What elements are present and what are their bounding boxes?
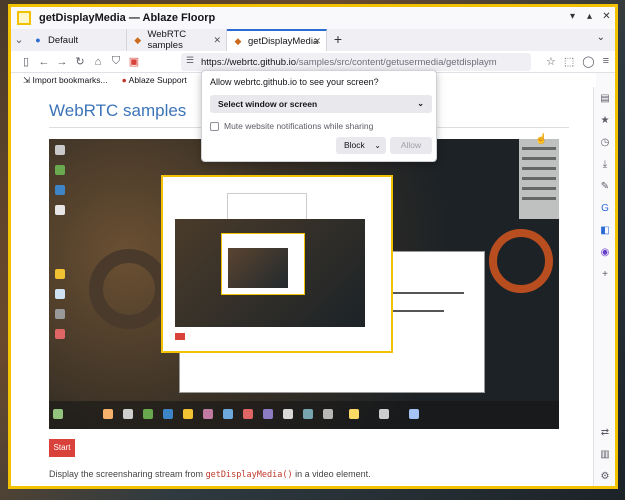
history-icon[interactable]: ◷	[599, 137, 611, 148]
close-window-icon[interactable]: ✕	[600, 11, 613, 24]
shared-start-button	[175, 333, 185, 340]
allow-button[interactable]: Allow	[390, 137, 432, 154]
notes-icon[interactable]: ✎	[599, 181, 611, 192]
desktop-icon	[55, 165, 65, 175]
tab-label: getDisplayMedia	[248, 35, 319, 47]
webrtc-icon: ◆	[134, 35, 142, 45]
tab-webrtc-samples[interactable]: ◆ WebRTC samples ✕	[127, 29, 227, 51]
close-tab-icon[interactable]: ✕	[213, 35, 221, 46]
desktop-icon	[55, 309, 65, 319]
window-title: getDisplayMedia — Ablaze Floorp	[39, 12, 216, 24]
tab-bar: ⌄ ● Default ◆ WebRTC samples ✕ ◆ getDisp…	[11, 29, 615, 51]
shared-taskbar	[49, 401, 559, 429]
window-or-screen-select[interactable]: Select window or screen ⌄	[210, 95, 432, 113]
description-code: getDisplayMedia()	[205, 470, 293, 480]
reload-icon[interactable]: ↻	[71, 55, 89, 68]
desktop-icon	[55, 145, 65, 155]
shared-side-panel	[519, 139, 559, 219]
app-icon	[17, 11, 31, 25]
extensions-icon[interactable]: ⬚	[564, 55, 574, 68]
settings-gear-icon[interactable]: ⚙	[599, 471, 611, 482]
home-icon[interactable]: ⌂	[89, 56, 107, 68]
close-tab-icon[interactable]: ✕	[313, 36, 321, 47]
maximize-icon[interactable]: ▴	[583, 11, 596, 24]
translate-icon[interactable]: G	[599, 203, 611, 214]
bookmark-label: Ablaze Support	[128, 75, 187, 85]
url-path: /samples/src/content/getusermedia/getdis…	[296, 56, 497, 68]
select-label: Select window or screen	[218, 99, 318, 109]
url-bar[interactable]: ☰ https://webrtc.github.io/samples/src/c…	[181, 53, 531, 71]
web-panel-icon-2[interactable]: ◉	[599, 247, 611, 258]
webrtc-icon: ◆	[234, 36, 242, 46]
tab-getdisplaymedia[interactable]: ◆ getDisplayMedia ✕	[227, 29, 327, 51]
checkbox-box[interactable]	[210, 121, 219, 131]
description-text: Display the screensharing stream from	[49, 469, 206, 479]
downloads-icon[interactable]: ⤓	[599, 159, 611, 170]
screen-share-video	[49, 139, 559, 429]
url-text[interactable]: https://webrtc.github.io/samples/src/con…	[201, 57, 501, 68]
mute-notifications-checkbox[interactable]: Mute website notifications while sharing	[210, 121, 373, 131]
desktop-icon	[55, 185, 65, 195]
page-description: Display the screensharing stream from ge…	[49, 469, 371, 480]
new-tab-button[interactable]: +	[327, 29, 349, 51]
tab-label: WebRTC samples	[147, 29, 187, 51]
minimize-icon[interactable]: ▾	[566, 11, 579, 24]
web-panel-icon[interactable]: ◧	[599, 225, 611, 236]
desktop-icon	[55, 329, 65, 339]
add-panel-icon[interactable]: +	[599, 269, 611, 280]
decor-glow-ring	[489, 229, 553, 293]
browser-window: getDisplayMedia — Ablaze Floorp ▾ ▴ ✕ ⌄ …	[8, 4, 618, 489]
block-label: Block	[344, 140, 365, 150]
permissions-icon[interactable]: ☰	[186, 55, 194, 66]
desktop-icon	[55, 205, 65, 215]
floorp-icon: ●	[35, 35, 41, 45]
url-host: https://webrtc.github.io	[201, 56, 297, 68]
forward-icon[interactable]: →	[53, 56, 71, 68]
bookmark-ablaze-support[interactable]: ● Ablaze Support	[122, 75, 187, 85]
sidebar-layout-icon[interactable]: ▥	[599, 449, 611, 460]
checkbox-label: Mute website notifications while sharing	[224, 121, 374, 131]
chevron-down-icon: ⌄	[417, 99, 424, 108]
prompt-title: Allow webrtc.github.io to see your scree…	[210, 77, 379, 87]
recursive-window	[221, 233, 305, 295]
account-icon[interactable]: ◯	[582, 55, 594, 68]
tab-label: Default	[48, 34, 79, 46]
ablaze-icon: ●	[121, 75, 127, 85]
import-icon: ⇲	[23, 74, 31, 85]
right-sidebar: ▤ ★ ◷ ⤓ ✎ G ◧ ◉ + ⇄ ▥ ⚙	[593, 87, 615, 486]
desktop-icon	[55, 289, 65, 299]
decor-ring	[89, 249, 169, 329]
page-title: WebRTC samples	[49, 101, 187, 120]
sidebar-toggle-icon[interactable]: ▯	[17, 55, 35, 68]
bookmark-star-icon[interactable]: ☆	[546, 55, 556, 68]
shared-browser-window	[161, 175, 393, 353]
sidebar-toggle-icon[interactable]: ⇄	[599, 427, 611, 438]
screen-share-icon[interactable]: ▣	[125, 55, 143, 68]
briefcase-icon[interactable]: ▤	[599, 93, 611, 104]
bookmarks-star-icon[interactable]: ★	[599, 115, 611, 126]
start-button[interactable]: Start	[49, 439, 75, 457]
description-text: in a video element.	[292, 469, 371, 479]
bookmark-label: Import bookmarks...	[32, 74, 108, 85]
pointer-cursor-icon: ☝	[535, 134, 548, 145]
tab-default[interactable]: ● Default	[27, 29, 127, 51]
shield-icon[interactable]: ⛉	[107, 55, 125, 68]
block-button[interactable]: Block ⌄	[336, 137, 386, 154]
tab-list-icon[interactable]: ⌄	[11, 29, 27, 51]
screen-share-permission-prompt: Allow webrtc.github.io to see your scree…	[201, 70, 437, 162]
menu-icon[interactable]: ≡	[603, 55, 609, 68]
list-all-tabs-icon[interactable]: ⌄	[597, 32, 605, 43]
title-bar: getDisplayMedia — Ablaze Floorp ▾ ▴ ✕	[11, 7, 615, 29]
desktop-icon	[55, 269, 65, 279]
back-icon[interactable]: ←	[35, 56, 53, 68]
shared-inner-video	[175, 219, 365, 327]
chevron-down-icon[interactable]: ⌄	[374, 137, 381, 154]
bookmark-import[interactable]: ⇲ Import bookmarks...	[23, 75, 108, 86]
